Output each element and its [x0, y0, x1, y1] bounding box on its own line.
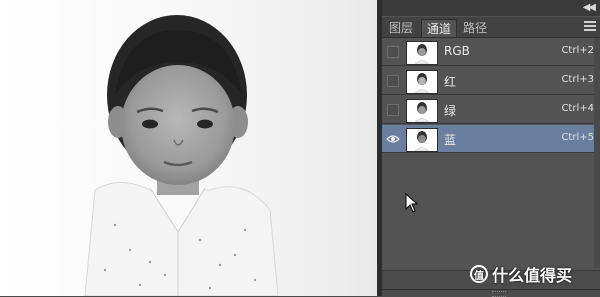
double-chevron-right-icon[interactable]: ◀◀	[583, 2, 596, 13]
channel-shortcut: Ctrl+3	[561, 74, 594, 85]
channel-label: 绿	[444, 104, 457, 118]
channel-label: 蓝	[444, 133, 457, 147]
panel-tabs: 图层 通道 路径	[382, 17, 600, 38]
site-watermark: 值 什么值得买	[470, 262, 572, 286]
channel-shortcut: Ctrl+2	[561, 45, 594, 56]
channel-thumbnail	[406, 99, 438, 123]
channels-panel: ◀◀ 图层 通道 路径 RGB Ctrl+2 红 Ctrl+3 绿 Ctrl+4…	[382, 0, 600, 297]
panel-title-bar: ◀◀	[382, 0, 600, 16]
visibility-toggle[interactable]	[387, 46, 399, 58]
tab-paths[interactable]: 路径	[458, 19, 492, 37]
channel-shortcut: Ctrl+5	[561, 132, 594, 143]
visibility-toggle[interactable]	[387, 75, 399, 87]
channel-shortcut: Ctrl+4	[561, 103, 594, 114]
tab-channels[interactable]: 通道	[421, 19, 458, 37]
watermark-text: 什么值得买	[492, 266, 573, 285]
resize-grip[interactable]	[492, 291, 506, 297]
panel-scrollbar[interactable]	[594, 38, 600, 268]
channel-row-blue[interactable]: 蓝 Ctrl+5	[382, 125, 600, 153]
watermark-logo-icon: 值	[470, 265, 488, 283]
footer-divider	[382, 289, 600, 290]
channel-row-green[interactable]: 绿 Ctrl+4	[382, 96, 600, 124]
mouse-pointer-icon	[405, 193, 419, 213]
eye-icon[interactable]	[386, 133, 400, 145]
channel-thumbnail	[406, 70, 438, 94]
channel-row-rgb[interactable]: RGB Ctrl+2	[382, 38, 600, 66]
channel-row-red[interactable]: 红 Ctrl+3	[382, 67, 600, 95]
channel-thumbnail	[406, 41, 438, 65]
channel-thumbnail	[406, 128, 438, 152]
document-canvas[interactable]	[0, 0, 377, 296]
visibility-toggle[interactable]	[387, 104, 399, 116]
tab-layers[interactable]: 图层	[384, 19, 418, 37]
hamburger-menu-icon[interactable]	[584, 21, 596, 31]
channel-label: 红	[444, 75, 457, 89]
channel-label: RGB	[444, 44, 470, 58]
photo-image	[0, 0, 377, 296]
